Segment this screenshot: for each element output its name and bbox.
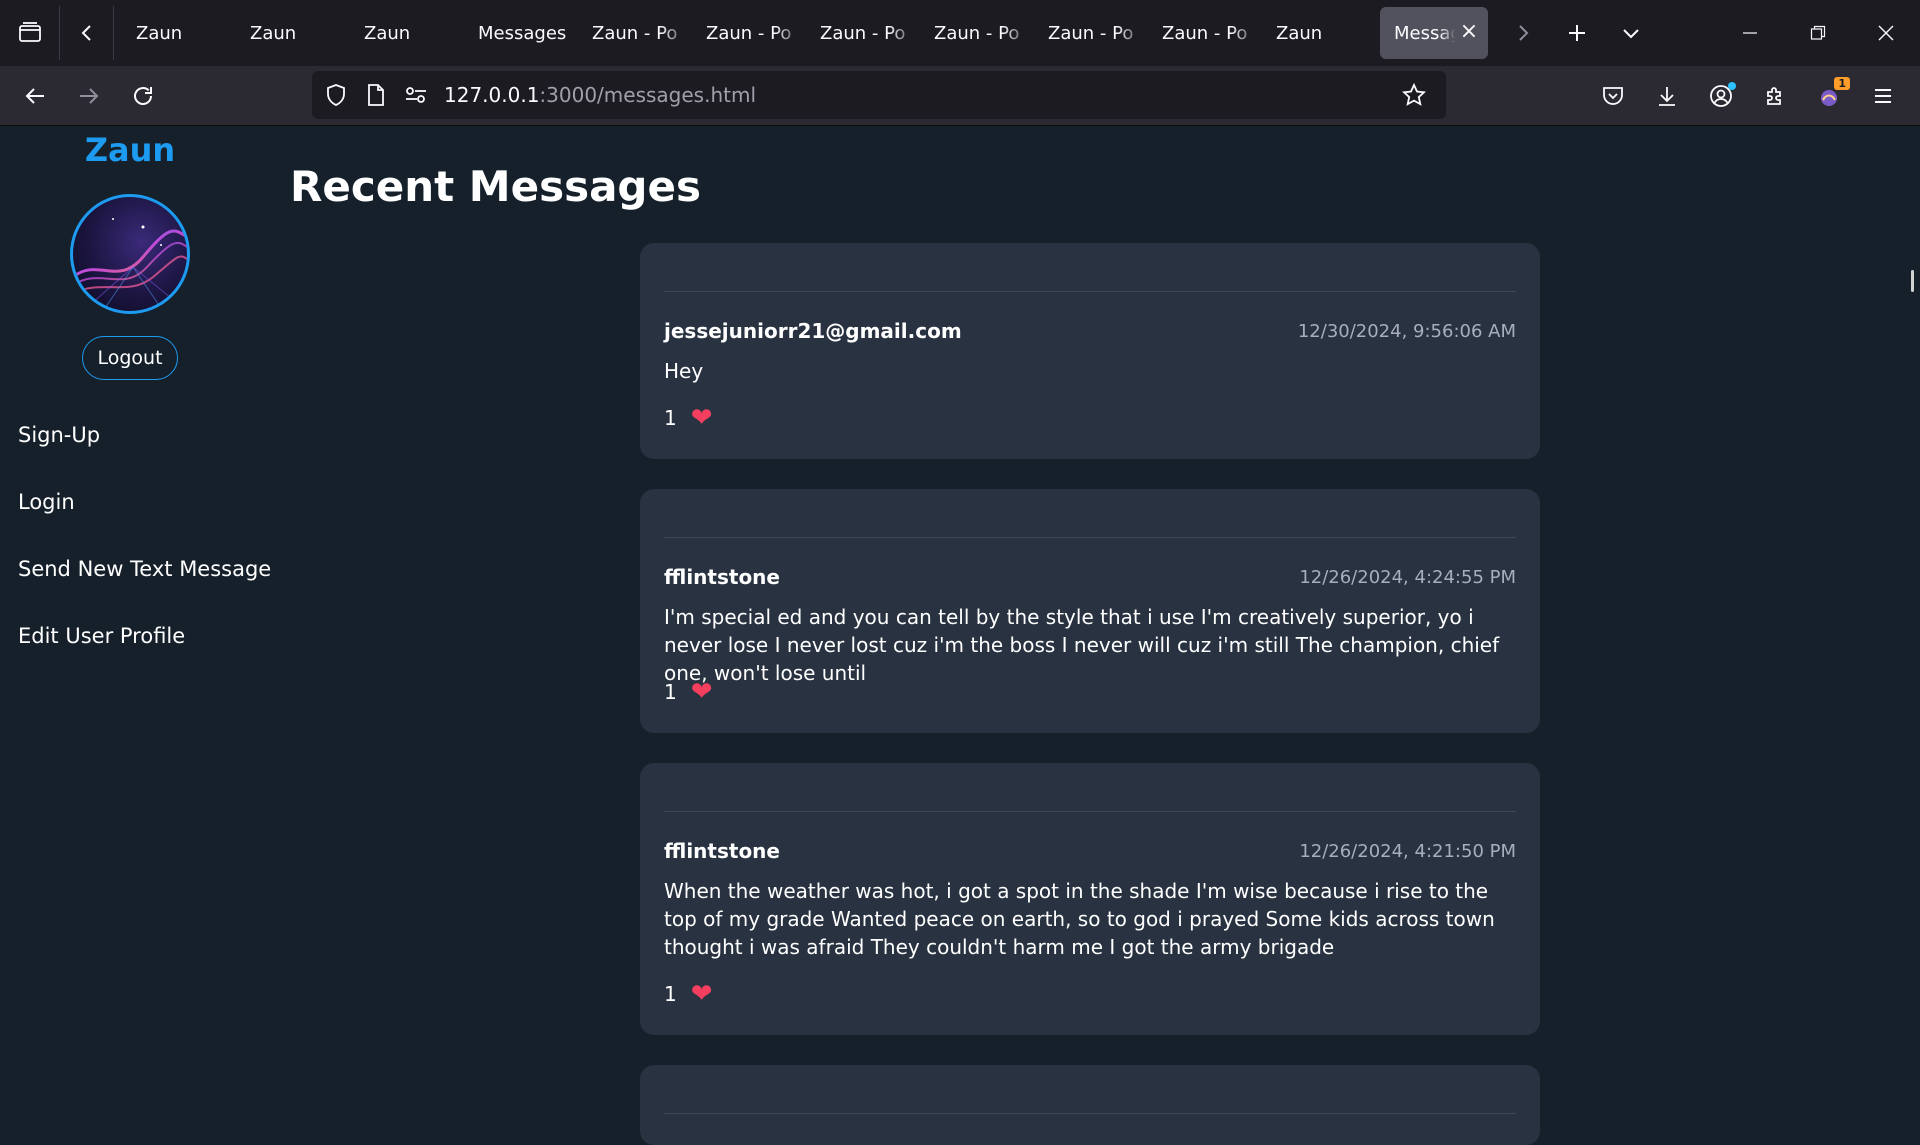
tab[interactable]: Zaun	[348, 6, 462, 60]
url-path: :3000/messages.html	[539, 83, 757, 107]
message-card: fflintstone 12/26/2024, 4:24:55 PM I'm s…	[640, 489, 1540, 733]
like-row: 1 ❤	[664, 981, 713, 1007]
like-row: 1 ❤	[664, 679, 713, 705]
close-tab-icon[interactable]: ×	[1458, 21, 1480, 43]
divider	[664, 811, 1516, 812]
url-text: 127.0.0.1:3000/messages.html	[444, 83, 756, 107]
browser-toolbar: 127.0.0.1:3000/messages.html 1	[0, 66, 1920, 126]
tab[interactable]: Zaun - Po	[1146, 6, 1260, 60]
divider	[664, 537, 1516, 538]
tab[interactable]: Zaun	[120, 6, 234, 60]
like-row: 1 ❤	[664, 405, 713, 431]
downloads-icon[interactable]	[1640, 69, 1694, 123]
tab-title: Zaun	[136, 22, 183, 44]
message-author: fflintstone	[664, 839, 780, 863]
tab-title: Zaun	[364, 22, 411, 44]
message-card: fflintstone 12/26/2024, 4:21:50 PM When …	[640, 763, 1540, 1035]
sidebar-link-send-message[interactable]: Send New Text Message	[18, 557, 271, 581]
bookmark-star-icon[interactable]	[1394, 71, 1434, 119]
menu-icon[interactable]	[1856, 69, 1910, 123]
extensions-icon[interactable]	[1748, 69, 1802, 123]
scrollbar-thumb[interactable]	[1911, 270, 1914, 292]
heart-icon[interactable]: ❤	[691, 679, 713, 705]
sidebar-link-edit-profile[interactable]: Edit User Profile	[18, 624, 185, 648]
url-bar[interactable]: 127.0.0.1:3000/messages.html	[312, 71, 1446, 119]
message-text: When the weather was hot, i got a spot i…	[664, 879, 1495, 959]
tab[interactable]: Zaun - Po	[918, 6, 1032, 60]
like-count: 1	[664, 680, 677, 704]
tab-scroll-left-icon[interactable]	[60, 6, 114, 60]
pocket-icon[interactable]	[1586, 69, 1640, 123]
browser-tabstrip: Zaun Zaun Zaun Messages Zaun - Po Zaun -…	[0, 0, 1920, 66]
message-author: jessejuniorr21@gmail.com	[664, 319, 962, 343]
message-card	[640, 1065, 1540, 1145]
avatar	[70, 194, 190, 314]
forward-icon[interactable]	[62, 69, 116, 123]
extension-badge: 1	[1834, 77, 1850, 90]
firefox-view-icon[interactable]	[0, 6, 60, 60]
heart-icon[interactable]: ❤	[691, 405, 713, 431]
back-icon[interactable]	[8, 69, 62, 123]
brand-title[interactable]: Zaun	[0, 131, 260, 169]
tab[interactable]: Zaun - Po	[576, 6, 690, 60]
page-icon[interactable]	[356, 71, 396, 119]
tab-title: Zaun	[1276, 22, 1323, 44]
like-count: 1	[664, 406, 677, 430]
new-tab-icon[interactable]	[1550, 6, 1604, 60]
message-timestamp: 12/30/2024, 9:56:06 AM	[1297, 321, 1516, 342]
tab[interactable]: Zaun - Po	[804, 6, 918, 60]
tab-active[interactable]: Messag ×	[1380, 7, 1488, 59]
extension-addon-icon[interactable]: 1	[1802, 69, 1856, 123]
minimize-icon[interactable]	[1716, 0, 1784, 66]
like-count: 1	[664, 982, 677, 1006]
url-host: 127.0.0.1	[444, 83, 540, 107]
divider	[664, 1113, 1516, 1114]
page-content: Zaun Logout Sign-Up Login Send New Text …	[0, 127, 1920, 1145]
heart-icon[interactable]: ❤	[691, 981, 713, 1007]
tab[interactable]: Messages	[462, 6, 576, 60]
permissions-icon[interactable]	[396, 71, 436, 119]
account-icon[interactable]	[1694, 69, 1748, 123]
sidebar-link-sign-up[interactable]: Sign-Up	[18, 423, 100, 447]
tab-title: Zaun	[250, 22, 297, 44]
tab[interactable]: Zaun - Po	[1032, 6, 1146, 60]
tab-title: Messages	[478, 22, 567, 44]
tab[interactable]: Zaun	[234, 6, 348, 60]
reload-icon[interactable]	[116, 69, 170, 123]
message-author: fflintstone	[664, 565, 780, 589]
restore-icon[interactable]	[1784, 0, 1852, 66]
tab-list: Zaun Zaun Zaun Messages Zaun - Po Zaun -…	[120, 6, 1488, 60]
tab[interactable]: Zaun - Po	[690, 6, 804, 60]
message-timestamp: 12/26/2024, 4:24:55 PM	[1299, 567, 1516, 588]
tab-scroll-right-icon[interactable]	[1496, 6, 1550, 60]
close-window-icon[interactable]	[1852, 0, 1920, 66]
message-text: I'm special ed and you can tell by the s…	[664, 605, 1500, 685]
logout-button[interactable]: Logout	[82, 336, 178, 380]
shield-icon[interactable]	[316, 71, 356, 119]
sidebar-link-login[interactable]: Login	[18, 490, 75, 514]
list-all-tabs-icon[interactable]	[1604, 6, 1658, 60]
message-text: Hey	[664, 359, 704, 383]
divider	[664, 291, 1516, 292]
message-timestamp: 12/26/2024, 4:21:50 PM	[1299, 841, 1516, 862]
page-title: Recent Messages	[290, 162, 701, 211]
sidebar: Zaun Logout Sign-Up Login Send New Text …	[0, 127, 271, 1128]
message-card: jessejuniorr21@gmail.com 12/30/2024, 9:5…	[640, 243, 1540, 459]
tab[interactable]: Zaun	[1260, 6, 1374, 60]
